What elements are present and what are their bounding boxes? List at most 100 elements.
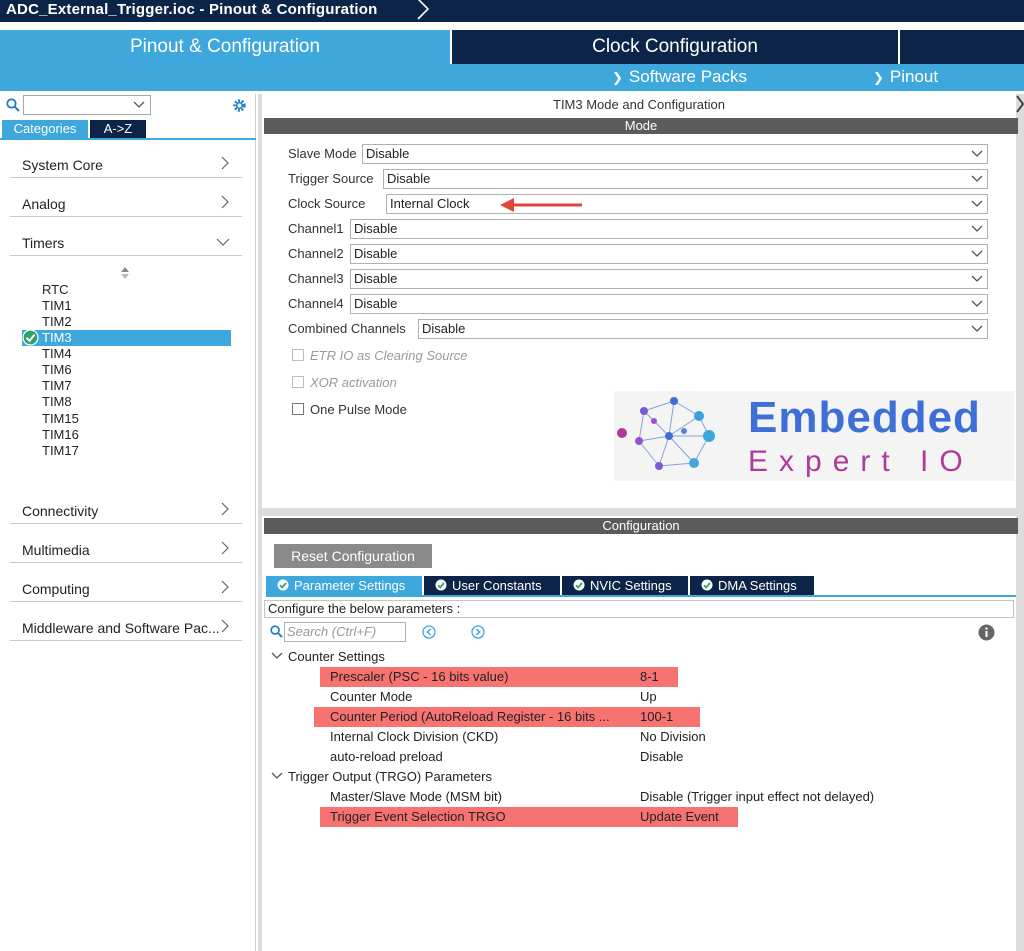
chevron-down-icon: ❯ xyxy=(612,70,623,85)
param-value: Disable (Trigger input effect not delaye… xyxy=(640,789,875,804)
category-label: Multimedia xyxy=(22,542,90,558)
channel2-select[interactable]: Disable xyxy=(350,244,988,264)
parameter-search-input[interactable]: Search (Ctrl+F) xyxy=(284,622,406,642)
tab-pinout-configuration[interactable]: Pinout & Configuration xyxy=(0,30,450,64)
sort-icon[interactable] xyxy=(120,266,130,280)
timer-item-tim16[interactable]: TIM16 xyxy=(42,427,79,443)
network-globe-icon xyxy=(617,397,715,470)
chevron-down-icon xyxy=(971,275,983,282)
chevron-right-icon xyxy=(221,502,229,516)
field-label: Trigger Source xyxy=(288,171,374,186)
configuration-panel: Configuration Reset Configuration Parame… xyxy=(262,516,1018,951)
param-row-auto-reload-preload[interactable]: auto-reload preload Disable xyxy=(262,747,1002,767)
tab-categories[interactable]: Categories xyxy=(2,120,88,138)
chevron-right-icon xyxy=(221,580,229,594)
clock-source-select[interactable]: Internal Clock xyxy=(386,194,988,214)
gear-icon[interactable] xyxy=(231,97,248,114)
search-icon xyxy=(6,98,20,112)
field-label: Channel4 xyxy=(288,296,344,311)
param-row-trigger-event-selection[interactable]: Trigger Event Selection TRGO Update Even… xyxy=(262,807,1002,827)
select-value: Disable xyxy=(366,146,410,161)
select-value: Disable xyxy=(354,246,398,261)
timer-item-tim15[interactable]: TIM15 xyxy=(42,411,79,427)
chevron-right-icon xyxy=(221,195,229,209)
chevron-down-icon xyxy=(971,175,983,182)
field-label: Clock Source xyxy=(288,196,366,211)
category-timers[interactable]: Timers xyxy=(10,228,242,256)
slave-mode-select[interactable]: Disable xyxy=(362,144,988,164)
param-name: auto-reload preload xyxy=(330,749,443,764)
param-row-counter-period[interactable]: Counter Period (AutoReload Register - 16… xyxy=(262,707,1002,727)
parameters-info: Configure the below parameters : xyxy=(264,600,1014,618)
param-row-prescaler[interactable]: Prescaler (PSC - 16 bits value) 8-1 xyxy=(262,667,1002,687)
field-label: Channel3 xyxy=(288,271,344,286)
divider xyxy=(266,595,1016,597)
channel3-select[interactable]: Disable xyxy=(350,269,988,289)
timer-item-tim4[interactable]: TIM4 xyxy=(42,346,72,362)
field-label: Combined Channels xyxy=(288,321,406,336)
category-analog[interactable]: Analog xyxy=(10,189,242,217)
timer-item-tim3[interactable]: TIM3 xyxy=(22,330,231,346)
previous-match-icon[interactable] xyxy=(422,625,436,639)
timer-item-tim8[interactable]: TIM8 xyxy=(42,394,72,410)
info-icon[interactable] xyxy=(978,624,995,641)
param-row-clock-division[interactable]: Internal Clock Division (CKD) No Divisio… xyxy=(262,727,1002,747)
window-title: ADC_External_Trigger.ioc - Pinout & Conf… xyxy=(6,1,378,18)
sub-tab-bar: ❯ Software Packs ❯ Pinout xyxy=(0,64,1024,91)
group-label: Counter Settings xyxy=(288,649,385,664)
tab-more[interactable] xyxy=(900,30,1024,64)
category-label: Analog xyxy=(22,196,66,212)
pinout-label: Pinout xyxy=(889,67,939,86)
timer-item-rtc[interactable]: RTC xyxy=(42,282,68,298)
next-match-icon[interactable] xyxy=(471,625,485,639)
category-middleware[interactable]: Middleware and Software Pac... xyxy=(10,613,242,641)
param-value: Update Event xyxy=(640,809,719,824)
check-circle-icon xyxy=(277,579,289,591)
pinout-menu[interactable]: ❯ Pinout xyxy=(873,67,938,87)
param-row-counter-mode[interactable]: Counter Mode Up xyxy=(262,687,1002,707)
timer-item-tim17[interactable]: TIM17 xyxy=(42,443,79,459)
category-search-combo[interactable] xyxy=(23,95,151,115)
category-label: Connectivity xyxy=(22,503,99,519)
timer-item-tim7[interactable]: TIM7 xyxy=(42,378,72,394)
param-value: Up xyxy=(640,689,657,704)
chevron-down-icon xyxy=(216,238,230,246)
param-value: Disable xyxy=(640,749,684,764)
field-label: Channel2 xyxy=(288,246,344,261)
select-value: Disable xyxy=(422,321,466,336)
reset-configuration-button[interactable]: Reset Configuration xyxy=(274,544,432,568)
combined-channels-select[interactable]: Disable xyxy=(418,319,988,339)
category-system-core[interactable]: System Core xyxy=(10,150,242,178)
param-name: Trigger Event Selection TRGO xyxy=(330,809,506,824)
param-row-master-slave-mode[interactable]: Master/Slave Mode (MSM bit) Disable (Tri… xyxy=(262,787,1002,807)
tab-user-constants[interactable]: User Constants xyxy=(424,576,560,595)
timer-item-tim2[interactable]: TIM2 xyxy=(42,314,72,330)
chevron-down-icon xyxy=(971,325,983,332)
select-value: Disable xyxy=(354,296,398,311)
tab-clock-configuration[interactable]: Clock Configuration xyxy=(452,30,898,64)
category-computing[interactable]: Computing xyxy=(10,574,242,602)
category-connectivity[interactable]: Connectivity xyxy=(10,496,242,524)
search-icon xyxy=(270,625,283,638)
group-trigger-output[interactable]: Trigger Output (TRGO) Parameters xyxy=(270,768,492,786)
timer-item-tim1[interactable]: TIM1 xyxy=(42,298,72,314)
category-label: System Core xyxy=(22,157,103,173)
group-counter-settings[interactable]: Counter Settings xyxy=(270,648,385,666)
tab-a-to-z[interactable]: A->Z xyxy=(90,120,146,138)
tab-nvic-settings[interactable]: NVIC Settings xyxy=(562,576,688,595)
check-circle-icon xyxy=(701,579,713,591)
channel4-select[interactable]: Disable xyxy=(350,294,988,314)
logo-text-line2: Expert IO xyxy=(748,445,974,478)
tab-parameter-settings[interactable]: Parameter Settings xyxy=(266,576,422,595)
trigger-source-select[interactable]: Disable xyxy=(383,169,988,189)
software-packs-menu[interactable]: ❯ Software Packs xyxy=(612,67,747,87)
group-label: Trigger Output (TRGO) Parameters xyxy=(288,769,492,784)
channel1-select[interactable]: Disable xyxy=(350,219,988,239)
tab-dma-settings[interactable]: DMA Settings xyxy=(690,576,814,595)
chevron-right-icon[interactable] xyxy=(1016,94,1024,114)
timer-item-tim6[interactable]: TIM6 xyxy=(42,362,72,378)
param-value: No Division xyxy=(640,729,706,744)
software-packs-label: Software Packs xyxy=(628,67,748,86)
category-multimedia[interactable]: Multimedia xyxy=(10,535,242,563)
tab-label: User Constants xyxy=(452,578,542,593)
